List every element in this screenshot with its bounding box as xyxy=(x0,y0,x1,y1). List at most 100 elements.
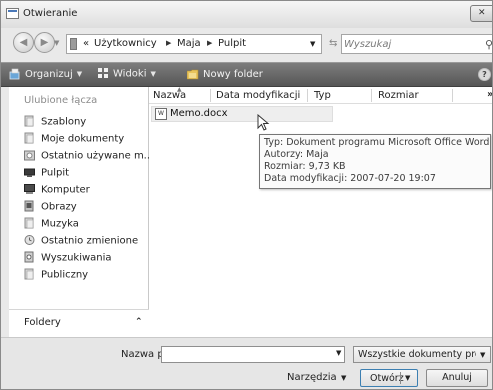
new-folder-button[interactable]: Nowy folder xyxy=(187,68,263,83)
file-list: ▲ Nazwa Data modyfikacji Typ Rozmiar » W… xyxy=(149,86,492,337)
breadcrumb-item-desktop[interactable]: Pulpit xyxy=(218,38,246,49)
open-options-dropdown[interactable]: ▼ xyxy=(405,374,410,382)
more-columns-icon[interactable]: » xyxy=(487,89,492,100)
desktop-icon xyxy=(24,168,35,177)
sidebar-item-desktop[interactable]: Pulpit xyxy=(24,166,69,182)
column-header-modified[interactable]: Data modyfikacji xyxy=(216,90,300,101)
close-button[interactable]: ✕ xyxy=(470,5,492,22)
sidebar-item-label: Szablony xyxy=(41,116,87,128)
chevron-down-icon[interactable]: ▼ xyxy=(341,374,346,382)
recent-places-icon xyxy=(24,150,35,161)
window-icon xyxy=(6,8,19,19)
sidebar-item-label: Pulpit xyxy=(41,167,70,179)
breadcrumb-separator-icon[interactable]: ▶ xyxy=(166,39,171,47)
location-icon xyxy=(70,38,77,50)
tooltip-size: Rozmiar: 9,73 KB xyxy=(264,161,346,172)
breadcrumb-separator-icon[interactable]: ▶ xyxy=(207,39,212,47)
file-info-tooltip: Typ: Dokument programu Microsoft Office … xyxy=(259,134,491,189)
column-headers: ▲ Nazwa Data modyfikacji Typ Rozmiar » xyxy=(149,86,492,104)
views-icon xyxy=(98,68,108,78)
main-content: Ulubione łącza Szablony Moje dokumenty O… xyxy=(1,86,492,337)
pictures-folder-icon xyxy=(24,200,34,212)
chevron-down-icon: ▼ xyxy=(76,70,83,78)
navigation-pane: Ulubione łącza Szablony Moje dokumenty O… xyxy=(9,87,153,337)
column-divider[interactable] xyxy=(452,89,453,102)
breadcrumb-item-maja[interactable]: Maja xyxy=(177,38,201,49)
chevron-down-icon: ▼ xyxy=(150,69,156,78)
tooltip-type: Typ: Dokument programu Microsoft Office … xyxy=(264,137,490,148)
file-type-value: Wszystkie dokumenty programu Word xyxy=(358,349,476,360)
favorite-links-heading: Ulubione łącza xyxy=(24,95,98,106)
search-icon[interactable]: ⚲ xyxy=(485,38,492,51)
sidebar-item-label: Moje dokumenty xyxy=(41,133,125,145)
forward-button[interactable]: ▶ xyxy=(34,32,55,53)
chevron-down-icon: ▼ xyxy=(480,351,486,359)
new-folder-label: Nowy folder xyxy=(203,69,263,80)
views-label: Widoki xyxy=(113,68,147,80)
organize-icon xyxy=(9,68,20,80)
sidebar-item-templates[interactable]: Szablony xyxy=(24,115,86,131)
help-icon[interactable]: ? xyxy=(478,68,491,81)
address-row: ◀ ▶ ▼ « Użytkownicy ▶ Maja ▶ Pulpit ▼ ⇆ … xyxy=(1,28,492,62)
sidebar-item-recent-places[interactable]: Ostatnio używane m... xyxy=(24,149,153,165)
sidebar-item-label: Komputer xyxy=(41,184,90,196)
filename-dropdown-icon[interactable]: ▼ xyxy=(336,349,341,357)
cancel-button[interactable]: Anuluj xyxy=(426,369,488,387)
document-folder-icon xyxy=(24,115,34,127)
sidebar-item-label: Obrazy xyxy=(41,201,77,213)
column-divider[interactable] xyxy=(371,89,372,102)
searches-icon xyxy=(24,251,34,263)
document-folder-icon xyxy=(24,132,34,144)
sidebar-item-computer[interactable]: Komputer xyxy=(24,183,90,199)
open-label: Otwórz xyxy=(370,373,404,384)
column-divider[interactable] xyxy=(307,89,308,102)
refresh-icon[interactable]: ⇆ xyxy=(329,38,337,49)
column-header-size[interactable]: Rozmiar xyxy=(378,90,419,101)
file-name: Memo.docx xyxy=(170,108,228,119)
chevron-up-icon: ⌃ xyxy=(135,317,143,327)
column-divider[interactable] xyxy=(210,89,211,102)
sidebar-item-public[interactable]: Publiczny xyxy=(24,268,88,284)
computer-icon xyxy=(24,184,35,194)
title-bar: Otwieranie ✕ xyxy=(1,1,492,28)
new-folder-icon xyxy=(187,69,199,80)
folders-toggle[interactable]: Foldery ⌃ xyxy=(9,309,149,337)
file-row[interactable]: W Memo.docx xyxy=(151,106,333,122)
recent-pages-dropdown[interactable]: ▼ xyxy=(54,39,59,47)
tooltip-modified: Data modyfikacji: 2007-07-20 19:07 xyxy=(264,173,436,184)
sidebar-item-label: Ostatnio zmienione xyxy=(41,235,139,247)
breadcrumb-item-users[interactable]: Użytkownicy xyxy=(94,38,157,49)
views-menu[interactable]: Widoki ▼ xyxy=(98,68,156,83)
sidebar-item-recently-changed[interactable]: Ostatnio zmienione xyxy=(24,234,138,250)
recently-changed-icon xyxy=(24,235,35,245)
sidebar-item-music[interactable]: Muzyka xyxy=(24,217,79,233)
search-box[interactable]: ⚲ xyxy=(341,34,492,54)
public-folder-icon xyxy=(24,268,34,280)
word-document-icon: W xyxy=(155,108,167,120)
sidebar-item-label: Ostatnio używane m... xyxy=(41,150,154,162)
split-divider xyxy=(400,372,401,384)
sidebar-item-searches[interactable]: Wyszukiwania xyxy=(24,251,112,267)
tooltip-authors: Autorzy: Maja xyxy=(264,149,329,160)
music-folder-icon xyxy=(24,217,34,229)
search-input[interactable] xyxy=(344,37,464,51)
file-type-select[interactable]: Wszystkie dokumenty programu Word ▼ xyxy=(353,346,491,363)
mouse-pointer-icon xyxy=(257,114,270,131)
column-header-name[interactable]: Nazwa xyxy=(153,90,186,101)
sidebar-item-label: Muzyka xyxy=(41,218,79,230)
organize-menu[interactable]: Organizuj ▼ xyxy=(9,68,82,83)
filename-input[interactable] xyxy=(161,346,345,363)
open-button[interactable]: Otwórz ▼ xyxy=(360,369,418,387)
folders-label: Foldery xyxy=(24,317,61,328)
sidebar-item-label: Publiczny xyxy=(41,269,89,281)
window-title: Otwieranie xyxy=(23,8,78,19)
address-dropdown-icon[interactable]: ▼ xyxy=(310,40,315,48)
tools-menu[interactable]: Narzędzia xyxy=(287,372,337,383)
sidebar-item-pictures[interactable]: Obrazy xyxy=(24,200,77,216)
back-button[interactable]: ◀ xyxy=(13,32,34,53)
organize-label: Organizuj xyxy=(25,69,73,80)
column-header-type[interactable]: Typ xyxy=(314,90,331,101)
address-bar[interactable]: « Użytkownicy ▶ Maja ▶ Pulpit ▼ xyxy=(66,34,322,54)
sidebar-item-my-documents[interactable]: Moje dokumenty xyxy=(24,132,124,148)
breadcrumb-overflow[interactable]: « xyxy=(83,38,89,49)
